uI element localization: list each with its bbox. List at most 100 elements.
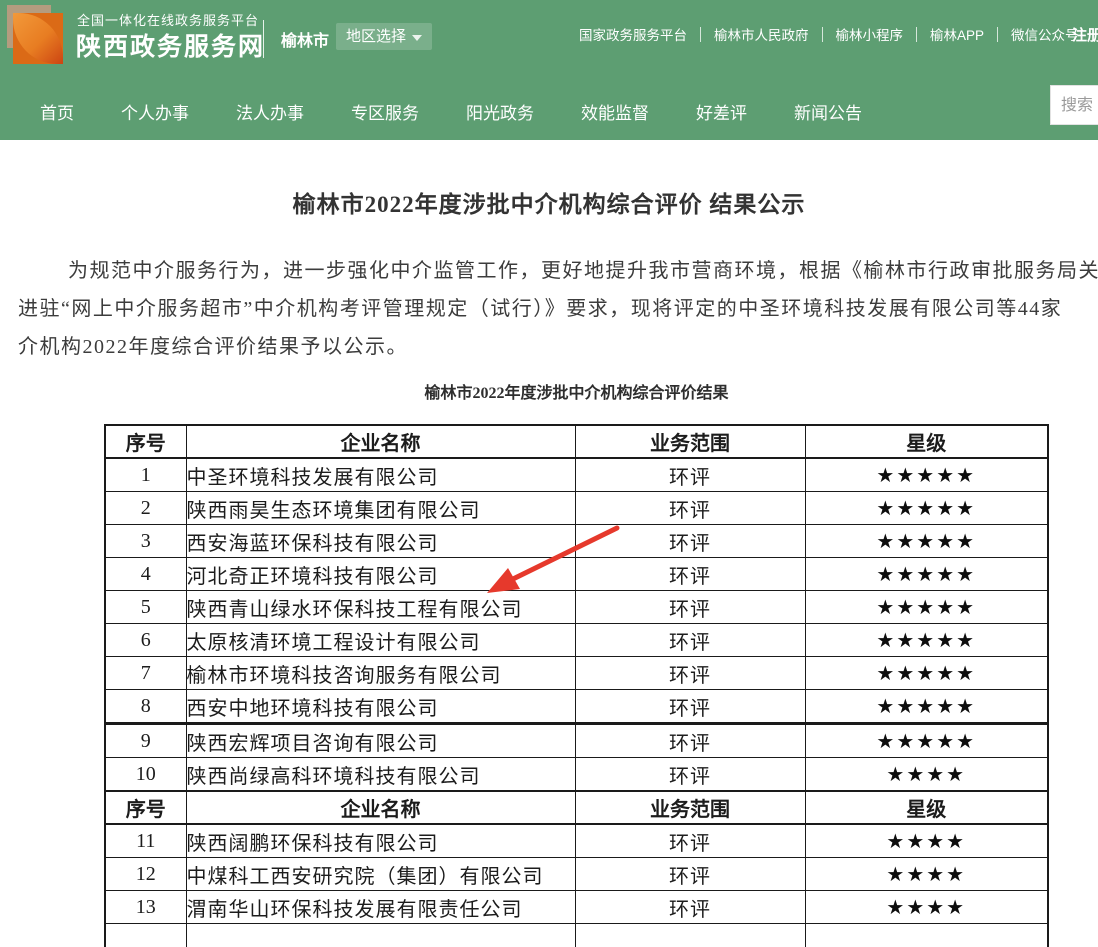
main-content: 榆林市2022年度涉批中介机构综合评价 结果公示 为规范中介服务行为，进一步强化… bbox=[0, 185, 1098, 947]
region-selector-label: 地区选择 bbox=[346, 23, 406, 50]
table-row: 13渭南华山环保科技发展有限责任公司环评★★★★ bbox=[105, 891, 1048, 924]
paragraph-line: 介机构2022年度综合评价结果予以公示。 bbox=[18, 328, 1098, 366]
table-row: 5陕西青山绿水环保科技工程有限公司环评★★★★★ bbox=[105, 591, 1048, 624]
top-links: 国家政务服务平台 榆林市人民政府 榆林小程序 榆林APP 微信公众号 bbox=[579, 24, 1079, 44]
announcement-paragraph: 为规范中介服务行为，进一步强化中介监管工作，更好地提升我市营商环境，根据《榆林市… bbox=[0, 252, 1098, 366]
cell-name: 陕西雨昊生态环境集团有限公司 bbox=[186, 492, 575, 525]
column-header: 企业名称 bbox=[186, 791, 575, 824]
cell-no: 8 bbox=[105, 690, 186, 724]
cell-stars: ★★★★★ bbox=[805, 591, 1048, 624]
column-header: 序号 bbox=[105, 791, 186, 824]
evaluation-table-body: 序号企业名称业务范围星级1中圣环境科技发展有限公司环评★★★★★2陕西雨昊生态环… bbox=[105, 425, 1048, 947]
cell-name: 陕西青山绿水环保科技工程有限公司 bbox=[186, 591, 575, 624]
table-row: 2陕西雨昊生态环境集团有限公司环评★★★★★ bbox=[105, 492, 1048, 525]
search-input[interactable] bbox=[1059, 87, 1098, 125]
cell-stars: ★★★★ bbox=[805, 758, 1048, 792]
cell-stars: ★★★★★ bbox=[805, 724, 1048, 758]
table-row: 9陕西宏辉项目咨询有限公司环评★★★★★ bbox=[105, 724, 1048, 758]
cell-scope: 环评 bbox=[575, 624, 805, 657]
cell-name: 渭南华山环保科技发展有限责任公司 bbox=[186, 891, 575, 924]
nav-item-efficiency[interactable]: 效能监督 bbox=[581, 99, 649, 124]
cell-name: 中煤科工西安研究院（集团）有限公司 bbox=[186, 858, 575, 891]
cell-stars: ★★★★★ bbox=[805, 458, 1048, 492]
cell-no: 5 bbox=[105, 591, 186, 624]
cell-scope: 环评 bbox=[575, 492, 805, 525]
cell-no: 2 bbox=[105, 492, 186, 525]
link-separator bbox=[916, 27, 917, 42]
nav-item-open-gov[interactable]: 阳光政务 bbox=[466, 99, 534, 124]
site-header: 全国一体化在线政务服务平台 陕西政务服务网 榆林市 地区选择 国家政务服务平台 … bbox=[0, 0, 1098, 140]
link-separator bbox=[997, 27, 998, 42]
link-city-app[interactable]: 榆林APP bbox=[930, 24, 984, 44]
cell-scope: 环评 bbox=[575, 824, 805, 858]
cell-stars: ★★★★★ bbox=[805, 558, 1048, 591]
nav-item-zone-services[interactable]: 专区服务 bbox=[351, 99, 419, 124]
link-national-platform[interactable]: 国家政务服务平台 bbox=[579, 24, 687, 44]
link-mini-program[interactable]: 榆林小程序 bbox=[836, 24, 904, 44]
nav-item-home[interactable]: 首页 bbox=[40, 99, 74, 124]
chevron-down-icon bbox=[412, 35, 422, 41]
cell-stars: ★★★★★ bbox=[805, 624, 1048, 657]
evaluation-table: 序号企业名称业务范围星级1中圣环境科技发展有限公司环评★★★★★2陕西雨昊生态环… bbox=[104, 424, 1049, 947]
cell-no: 10 bbox=[105, 758, 186, 792]
cell-scope: 环评 bbox=[575, 657, 805, 690]
register-link[interactable]: 注册 bbox=[1072, 24, 1098, 45]
paragraph-line: 进驻“网上中介服务超市”中介机构考评管理规定（试行）》要求，现将评定的中圣环境科… bbox=[18, 290, 1098, 328]
cell-stars: ★★★★★ bbox=[805, 492, 1048, 525]
column-header: 业务范围 bbox=[575, 425, 805, 458]
cell-stars: ★★★★ bbox=[805, 858, 1048, 891]
main-nav: 首页 个人办事 法人办事 专区服务 阳光政务 效能监督 好差评 新闻公告 bbox=[0, 83, 1098, 140]
page-title: 榆林市2022年度涉批中介机构综合评价 结果公示 bbox=[0, 185, 1098, 219]
region-selector-button[interactable]: 地区选择 bbox=[336, 23, 432, 50]
cell-name: 陕西阔鹏环保科技有限公司 bbox=[186, 824, 575, 858]
cell-no: 9 bbox=[105, 724, 186, 758]
cell-name: 西安海蓝环保科技有限公司 bbox=[186, 525, 575, 558]
link-wechat-account[interactable]: 微信公众号 bbox=[1011, 24, 1079, 44]
page: 全国一体化在线政务服务平台 陕西政务服务网 榆林市 地区选择 国家政务服务平台 … bbox=[0, 0, 1098, 947]
column-header: 星级 bbox=[805, 791, 1048, 824]
table-caption: 榆林市2022年度涉批中介机构综合评价结果 bbox=[0, 379, 1098, 403]
cell-stars: ★★★★ bbox=[805, 891, 1048, 924]
search-box bbox=[1050, 85, 1098, 125]
table-header-row: 序号企业名称业务范围星级 bbox=[105, 425, 1048, 458]
table-row: 4河北奇正环境科技有限公司环评★★★★★ bbox=[105, 558, 1048, 591]
nav-item-news[interactable]: 新闻公告 bbox=[794, 99, 862, 124]
nav-item-legal-person[interactable]: 法人办事 bbox=[236, 99, 304, 124]
cell-stars: ★★★★★ bbox=[805, 525, 1048, 558]
cell-stars: ★★★★ bbox=[805, 824, 1048, 858]
table-row: 12中煤科工西安研究院（集团）有限公司环评★★★★ bbox=[105, 858, 1048, 891]
cell-name: 陕西宏辉项目咨询有限公司 bbox=[186, 724, 575, 758]
nav-item-personal[interactable]: 个人办事 bbox=[121, 99, 189, 124]
cell-name: 河北奇正环境科技有限公司 bbox=[186, 558, 575, 591]
cell-no: 12 bbox=[105, 858, 186, 891]
cell-no: 6 bbox=[105, 624, 186, 657]
cell-stars: ★★★★★ bbox=[805, 690, 1048, 724]
header-divider bbox=[263, 20, 264, 58]
table-wrap: 序号企业名称业务范围星级1中圣环境科技发展有限公司环评★★★★★2陕西雨昊生态环… bbox=[0, 424, 1098, 947]
cell-empty bbox=[186, 924, 575, 947]
table-header-row: 序号企业名称业务范围星级 bbox=[105, 791, 1048, 824]
table-row: 8西安中地环境科技有限公司环评★★★★★ bbox=[105, 690, 1048, 724]
cell-name: 太原核清环境工程设计有限公司 bbox=[186, 624, 575, 657]
cell-scope: 环评 bbox=[575, 758, 805, 792]
cell-name: 西安中地环境科技有限公司 bbox=[186, 690, 575, 724]
column-header: 序号 bbox=[105, 425, 186, 458]
cell-scope: 环评 bbox=[575, 591, 805, 624]
cell-stars: ★★★★★ bbox=[805, 657, 1048, 690]
link-separator bbox=[700, 27, 701, 42]
nav-item-rating[interactable]: 好差评 bbox=[696, 99, 747, 124]
column-header: 企业名称 bbox=[186, 425, 575, 458]
table-row: 6太原核清环境工程设计有限公司环评★★★★★ bbox=[105, 624, 1048, 657]
column-header: 业务范围 bbox=[575, 791, 805, 824]
link-separator bbox=[822, 27, 823, 42]
cell-scope: 环评 bbox=[575, 525, 805, 558]
table-row: 1中圣环境科技发展有限公司环评★★★★★ bbox=[105, 458, 1048, 492]
link-city-government[interactable]: 榆林市人民政府 bbox=[714, 24, 809, 44]
cell-no: 1 bbox=[105, 458, 186, 492]
cell-no: 4 bbox=[105, 558, 186, 591]
current-city-label: 榆林市 bbox=[281, 27, 329, 51]
cell-scope: 环评 bbox=[575, 458, 805, 492]
cell-scope: 环评 bbox=[575, 724, 805, 758]
cell-name: 陕西尚绿高科环境科技有限公司 bbox=[186, 758, 575, 792]
site-logo-icon[interactable] bbox=[7, 5, 69, 67]
